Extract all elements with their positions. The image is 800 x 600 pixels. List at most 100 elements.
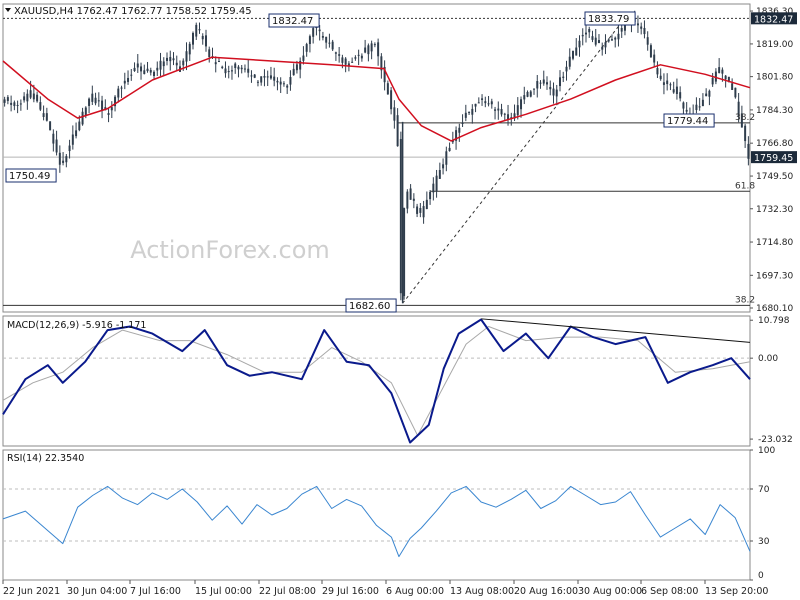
- candle-body: [584, 32, 587, 35]
- candle-body: [409, 188, 412, 200]
- y-tick-label: 1784.30: [756, 106, 793, 116]
- candle-body: [646, 37, 649, 45]
- candle-body: [23, 96, 26, 101]
- candle-body: [221, 66, 224, 68]
- candle-body: [133, 67, 136, 72]
- candle-body: [338, 54, 341, 56]
- candle-body: [555, 89, 558, 97]
- candle-body: [312, 28, 315, 37]
- candle-body: [727, 76, 730, 81]
- candle-body: [373, 44, 376, 46]
- candle-body: [474, 103, 477, 107]
- candle-body: [169, 56, 172, 62]
- candle-body: [354, 57, 357, 59]
- candle-body: [578, 40, 581, 48]
- candle-body: [377, 42, 380, 57]
- candle-body: [494, 109, 497, 111]
- candle-body: [520, 99, 523, 110]
- candle-body: [286, 85, 289, 88]
- x-tick-label: 30 Jun 04:00: [67, 586, 127, 597]
- rsi-y-tick-label: 70: [758, 485, 770, 495]
- fib-label: 38.2: [735, 295, 755, 305]
- candle-body: [422, 206, 425, 218]
- candle-body: [685, 109, 688, 112]
- candle-body: [571, 50, 574, 59]
- candle-body: [695, 104, 698, 111]
- candle-body: [32, 93, 35, 100]
- candle-body: [42, 113, 45, 117]
- candle-body: [230, 70, 233, 72]
- candle-body: [597, 40, 600, 43]
- x-tick-label: 15 Jul 00:00: [195, 586, 252, 597]
- candle-body: [559, 77, 562, 87]
- candle-body: [390, 90, 393, 110]
- macd-y-tick-label: 0.00: [758, 354, 778, 364]
- candle-body: [201, 35, 204, 40]
- candle-body: [516, 105, 519, 116]
- candle-body: [65, 156, 68, 163]
- candle-body: [302, 55, 305, 61]
- candle-body: [75, 130, 78, 137]
- candle-body: [325, 36, 328, 43]
- y-tick-label: 1714.80: [756, 238, 793, 248]
- candle-body: [562, 76, 565, 78]
- candle-body: [546, 82, 549, 85]
- rsi-header: RSI(14) 22.3540: [7, 453, 84, 464]
- candle-body: [182, 60, 185, 66]
- candle-body: [744, 125, 747, 142]
- candle-body: [36, 94, 39, 102]
- candle-body: [552, 88, 555, 96]
- candle-body: [191, 32, 194, 45]
- candle-body: [659, 75, 662, 80]
- candle-body: [214, 62, 217, 65]
- candle-body: [386, 83, 389, 95]
- candle-body: [52, 133, 55, 144]
- candle-body: [601, 46, 604, 50]
- x-tick-label: 22 Jul 08:00: [259, 586, 316, 597]
- candle-body: [575, 47, 578, 56]
- y-tick-label: 1732.30: [756, 205, 793, 215]
- candle-body: [471, 108, 474, 115]
- candle-body: [143, 70, 146, 75]
- candle-body: [123, 80, 126, 84]
- candle-body: [250, 75, 253, 77]
- candle-body: [110, 107, 113, 111]
- candle-body: [159, 60, 162, 70]
- candle-body: [78, 121, 81, 131]
- candle-body: [58, 152, 61, 165]
- candle-body: [698, 106, 701, 108]
- candle-body: [360, 55, 363, 59]
- x-tick-label: 22 Jun 2021: [3, 586, 60, 597]
- candle-body: [331, 41, 334, 50]
- candle-body: [185, 51, 188, 62]
- candle-body: [6, 97, 9, 101]
- candle-body: [594, 37, 597, 45]
- candle-body: [614, 37, 617, 40]
- candle-body: [662, 82, 665, 85]
- candle-body: [526, 91, 529, 97]
- y-tick-label: 1766.80: [756, 139, 793, 149]
- candle-body: [393, 107, 396, 121]
- candle-body: [701, 99, 704, 107]
- candle-body: [588, 29, 591, 33]
- candle-body: [263, 76, 266, 78]
- candle-body: [487, 103, 490, 105]
- price-annotation: 1682.60: [349, 301, 390, 312]
- candle-body: [62, 160, 65, 163]
- candle-body: [188, 43, 191, 55]
- candle-body: [344, 58, 347, 65]
- candle-body: [438, 170, 441, 179]
- candle-body: [568, 56, 571, 67]
- rsi-panel-frame: [2, 449, 751, 581]
- candle-body: [94, 97, 97, 104]
- candle-body: [481, 98, 484, 100]
- price-annotation: 1832.47: [272, 16, 313, 27]
- candle-body: [276, 80, 279, 83]
- candle-body: [682, 102, 685, 109]
- candle-body: [734, 87, 737, 98]
- fib-label: 38.2: [735, 113, 755, 123]
- candle-body: [81, 111, 84, 125]
- candle-body: [321, 35, 324, 38]
- candle-body: [542, 79, 545, 84]
- candle-body: [29, 90, 32, 98]
